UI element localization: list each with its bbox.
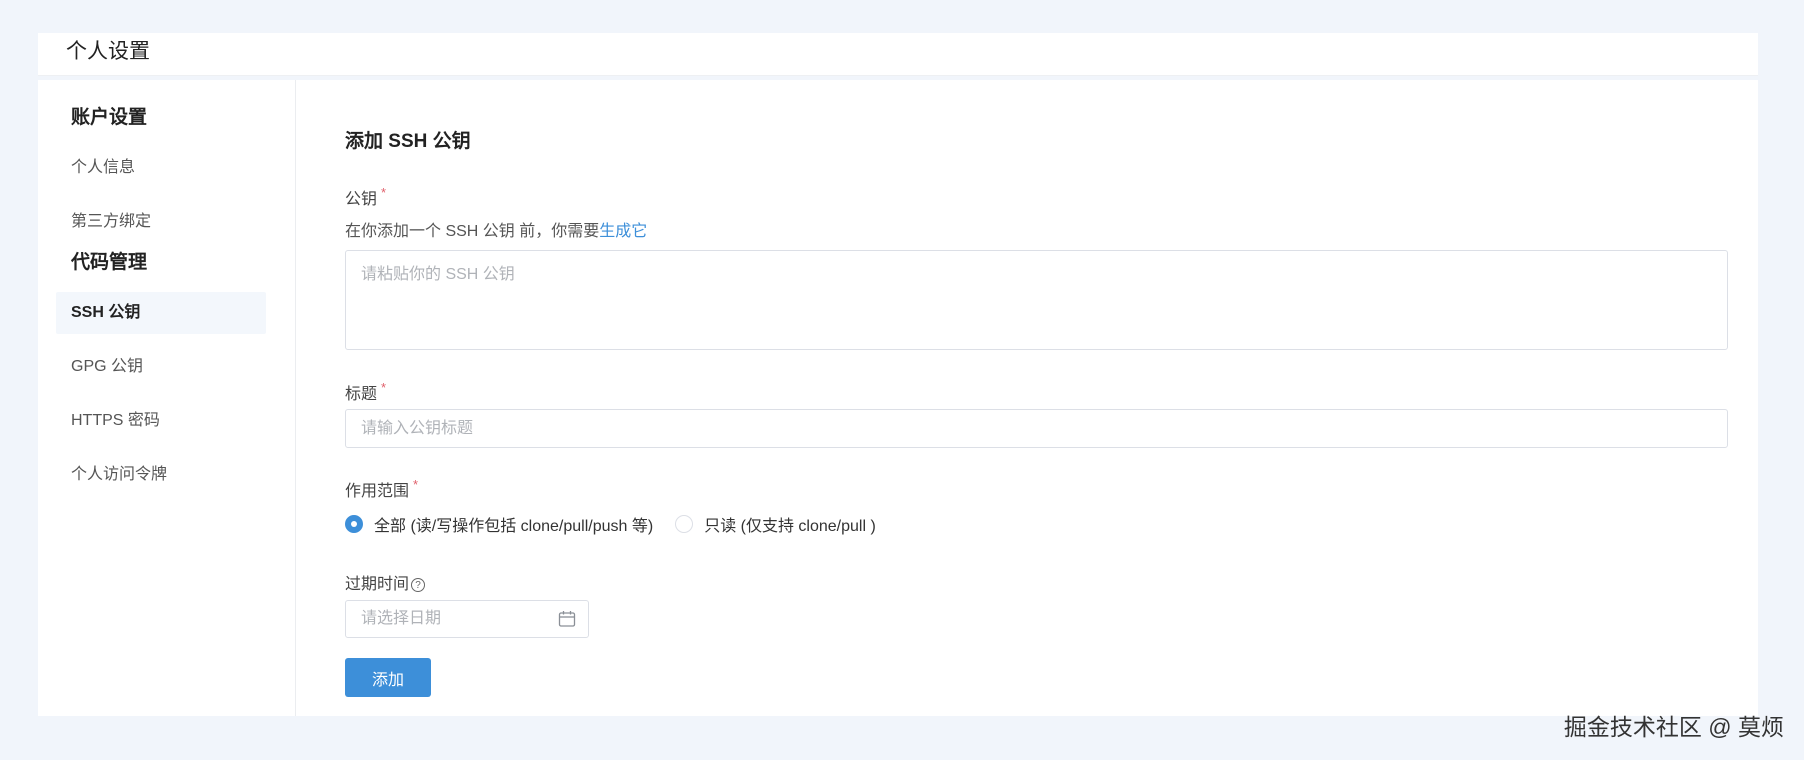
calendar-icon: [558, 611, 576, 627]
public-key-label: 公钥 *: [345, 185, 386, 209]
sidebar-item-https-password[interactable]: HTTPS 密码: [56, 400, 266, 442]
sidebar-group-account: 账户设置: [71, 107, 148, 128]
sidebar-item-gpg-key[interactable]: GPG 公钥: [56, 346, 266, 388]
scope-radio-readonly[interactable]: 只读 (仅支持 clone/pull ): [675, 512, 876, 536]
settings-panel: 账户设置 个人信息 第三方绑定 代码管理 SSH 公钥 GPG 公钥 HTTPS…: [38, 80, 1758, 716]
sidebar-item-ssh-key[interactable]: SSH 公钥: [56, 292, 266, 334]
sidebar-item-profile[interactable]: 个人信息: [56, 147, 266, 189]
scope-label: 作用范围 *: [345, 477, 418, 501]
add-button[interactable]: 添加: [345, 658, 431, 697]
scope-radio-group: 全部 (读/写操作包括 clone/pull/push 等) 只读 (仅支持 c…: [345, 512, 898, 536]
required-mark: *: [381, 380, 387, 395]
watermark: 掘金技术社区 @ 莫烦: [1563, 714, 1784, 740]
form-title: 添加 SSH 公钥: [345, 131, 471, 152]
key-title-label: 标题 *: [345, 380, 386, 404]
sidebar-group-code: 代码管理: [71, 252, 148, 273]
form-area: 添加 SSH 公钥 公钥* 在你添加一个 SSH 公钥 前，你需要生成它 标题*…: [345, 80, 1728, 716]
key-title-label-text: 标题: [345, 386, 378, 403]
radio-checked-icon[interactable]: [345, 515, 363, 533]
public-key-textarea[interactable]: [345, 250, 1728, 350]
page-title: 个人设置: [66, 40, 150, 63]
scope-label-text: 作用范围: [345, 483, 410, 500]
required-mark: *: [381, 185, 387, 200]
generate-key-link[interactable]: 生成它: [599, 223, 647, 240]
required-mark: *: [413, 477, 419, 492]
expire-label-text: 过期时间: [345, 576, 410, 593]
public-key-hint: 在你添加一个 SSH 公钥 前，你需要生成它: [345, 217, 647, 241]
expire-label: 过期时间?: [345, 570, 426, 594]
page-header: 个人设置: [38, 33, 1758, 76]
hint-text: 在你添加一个 SSH 公钥 前，你需要: [345, 223, 600, 240]
sidebar-item-third-party[interactable]: 第三方绑定: [56, 201, 266, 243]
sidebar-item-access-token[interactable]: 个人访问令牌: [56, 454, 266, 496]
sidebar: 账户设置 个人信息 第三方绑定 代码管理 SSH 公钥 GPG 公钥 HTTPS…: [38, 80, 296, 716]
key-title-input[interactable]: [345, 409, 1728, 448]
scope-radio-readonly-label: 只读 (仅支持 clone/pull ): [704, 518, 876, 535]
radio-unchecked-icon[interactable]: [675, 515, 694, 533]
scope-radio-all[interactable]: 全部 (读/写操作包括 clone/pull/push 等): [345, 512, 653, 536]
public-key-label-text: 公钥: [345, 191, 378, 208]
expire-date-input[interactable]: [346, 601, 566, 637]
scope-radio-all-label: 全部 (读/写操作包括 clone/pull/push 等): [374, 518, 654, 535]
help-circle-icon[interactable]: ?: [411, 577, 426, 592]
expire-date-picker[interactable]: [345, 600, 589, 638]
